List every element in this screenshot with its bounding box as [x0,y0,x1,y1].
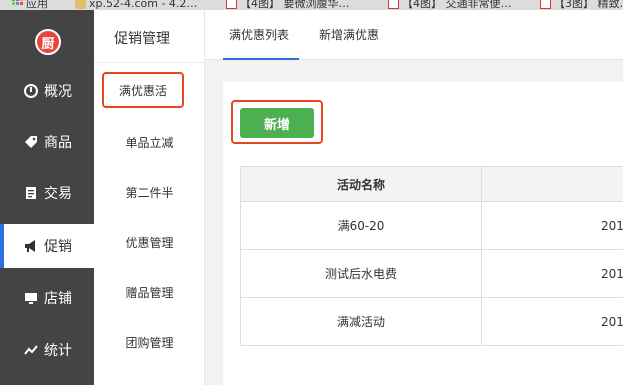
tab-label: 新增满优惠 [319,28,380,42]
subnav-item-label: 单品立减 [125,135,174,150]
sidebar-item-label: 商品 [44,135,72,151]
bookmark-item[interactable]: 【3图】 精致… [540,0,623,10]
subnav-item-label: 优惠管理 [125,235,174,250]
bookmark-item[interactable]: 【4图】 交通非常便… [388,0,512,10]
bookmark-label: xp.52-4.com - 4.2… [89,0,198,10]
bookmark-label: 【4图】 要微浏腹华… [240,0,350,10]
cell-activity-name: 测试后水电费 [241,250,482,297]
subnav-item-gifts[interactable]: 赠品管理 [94,274,205,310]
chart-line-icon [24,343,38,357]
subnav-item-single-discount[interactable]: 单品立减 [94,124,205,160]
tab-discount-list[interactable]: 满优惠列表 [229,26,289,43]
sidebar-item-promotions[interactable]: 促销 [0,224,94,268]
apps-grid-icon [12,0,23,9]
bookmark-icon [388,0,399,9]
active-tab-indicator [223,58,299,60]
new-button[interactable]: 新增 [240,108,314,138]
table-row[interactable]: 满减活动 2017 [241,298,623,346]
bookmark-item[interactable]: xp.52-4.com - 4.2… [75,0,197,10]
bookmark-icon [540,0,551,9]
app-window: 应用 xp.52-4.com - 4.2… 【4图】 要微浏腹华… 【4图】 交… [0,0,623,385]
document-icon [24,186,38,200]
table-header: 活动名称 [241,166,623,202]
bookmark-item[interactable]: 【4图】 要微浏腹华… [226,0,350,10]
secondary-sidebar: 促销管理 满优惠活 单品立减 第二件半 优惠管理 赠品管理 团购管理 [94,10,205,385]
tab-new-discount[interactable]: 新增满优惠 [319,26,379,43]
tag-icon [24,135,38,149]
column-header-name: 活动名称 [241,167,482,201]
store-icon [24,291,38,305]
megaphone-icon [24,239,38,253]
subnav-item-label: 赠品管理 [125,285,174,300]
cell-date: 2018 [601,266,623,281]
divider [94,62,205,63]
subnav-item-second-half[interactable]: 第二件半 [94,174,205,210]
bookmark-label: 应用 [26,0,48,10]
bookmark-label: 【4图】 交通非常便… [402,0,512,10]
sidebar-item-orders[interactable]: 交易 [0,171,94,215]
logo[interactable]: 厨 [35,29,61,55]
dashboard-icon [24,84,38,98]
subnav-item-label: 满优惠活 [118,83,167,98]
content-panel: 新增 活动名称 满60-20 2018 测试后水电费 2018 满减活动 201… [223,82,623,385]
sidebar-item-products[interactable]: 商品 [0,120,94,164]
bookmarks-bar: 应用 xp.52-4.com - 4.2… 【4图】 要微浏腹华… 【4图】 交… [0,0,623,10]
sidebar-item-statistics[interactable]: 统计 [0,328,94,372]
table-row[interactable]: 满60-20 2018 [241,202,623,250]
sidebar-item-label: 概况 [44,84,72,100]
cell-date: 2017 [601,314,623,329]
bookmark-icon [75,0,86,9]
subnav-item-coupons[interactable]: 优惠管理 [94,224,205,260]
sidebar-item-label: 交易 [44,186,72,202]
tab-bar: 满优惠列表 新增满优惠 [205,10,623,60]
logo-char: 厨 [41,36,55,52]
activity-table: 活动名称 满60-20 2018 测试后水电费 2018 满减活动 2017 [240,166,623,346]
cell-activity-name: 满60-20 [241,202,482,249]
sidebar-item-label: 店铺 [44,291,72,307]
subnav-item-full-discount[interactable]: 满优惠活 [102,72,184,108]
main-content: 满优惠列表 新增满优惠 新增 活动名称 满60-20 2018 [205,10,623,385]
primary-sidebar: 厨 概况 商品 交易 促销 店铺 统计 [0,10,94,385]
bookmark-label: 【3图】 精致… [554,0,623,10]
table-row[interactable]: 测试后水电费 2018 [241,250,623,298]
tab-label: 满优惠列表 [229,28,290,42]
subnav-item-label: 团购管理 [125,335,174,350]
subnav-item-group-buy[interactable]: 团购管理 [94,324,205,360]
highlight-frame: 新增 [231,100,323,144]
subnav-title: 促销管理 [114,31,170,47]
sidebar-item-store[interactable]: 店铺 [0,276,94,320]
cell-activity-name: 满减活动 [241,298,482,345]
cell-date: 2018 [601,218,623,233]
new-button-label: 新增 [263,117,290,133]
bookmark-icon [226,0,237,9]
sidebar-item-label: 统计 [44,343,72,359]
subnav-item-label: 第二件半 [125,185,174,200]
sidebar-item-label: 促销 [44,239,72,255]
bookmark-apps[interactable]: 应用 [12,0,48,10]
sidebar-item-overview[interactable]: 概况 [0,69,94,113]
